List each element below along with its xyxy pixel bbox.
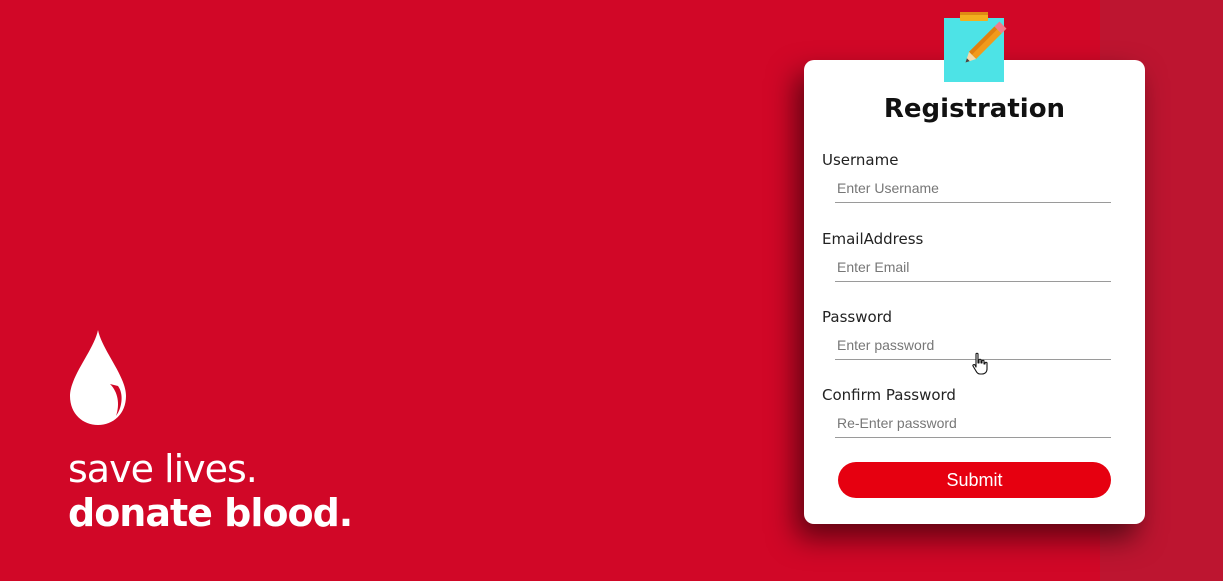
- username-label: Username: [822, 151, 899, 169]
- tagline-line-2: donate blood.: [68, 491, 353, 535]
- tagline-line-1: save lives.: [68, 447, 258, 491]
- username-input[interactable]: [835, 173, 1111, 203]
- confirm-password-input[interactable]: [835, 408, 1111, 438]
- email-input[interactable]: [835, 252, 1111, 282]
- form-title: Registration: [883, 94, 1066, 124]
- submit-button[interactable]: Submit: [838, 462, 1111, 498]
- email-label: EmailAddress: [822, 230, 924, 248]
- confirm-password-label: Confirm Password: [822, 386, 956, 404]
- tagline: save lives. donate blood.: [68, 447, 353, 535]
- hand-cursor-icon: [972, 352, 988, 375]
- note-pencil-icon: [944, 12, 1007, 82]
- password-label: Password: [822, 308, 893, 326]
- blood-drop-icon: [70, 330, 126, 425]
- registration-card: Registration Username EmailAddress Passw…: [804, 60, 1145, 524]
